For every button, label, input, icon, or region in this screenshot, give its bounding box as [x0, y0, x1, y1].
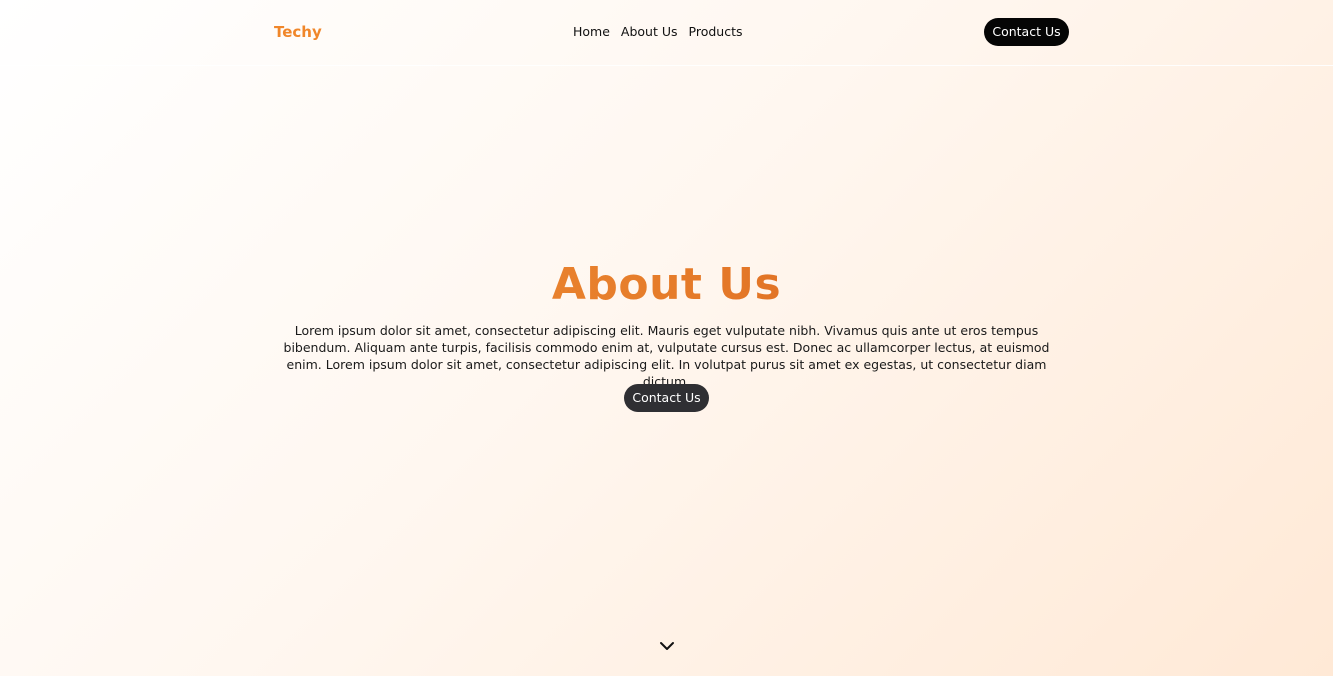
hero-contact-button[interactable]: Contact Us: [624, 384, 709, 412]
navbar: Techy Home About Us Products Contact Us: [0, 0, 1333, 66]
nav-link-about-us[interactable]: About Us: [621, 22, 678, 42]
nav-contact-button[interactable]: Contact Us: [984, 18, 1069, 46]
nav-link-home[interactable]: Home: [573, 22, 610, 42]
nav-links: Home About Us Products: [573, 22, 743, 42]
hero-description: Lorem ipsum dolor sit amet, consectetur …: [283, 323, 1050, 389]
page-title: About Us: [0, 258, 1333, 312]
chevron-down-icon[interactable]: [659, 637, 675, 650]
nav-link-products[interactable]: Products: [689, 22, 743, 42]
brand-logo[interactable]: Techy: [274, 22, 322, 42]
